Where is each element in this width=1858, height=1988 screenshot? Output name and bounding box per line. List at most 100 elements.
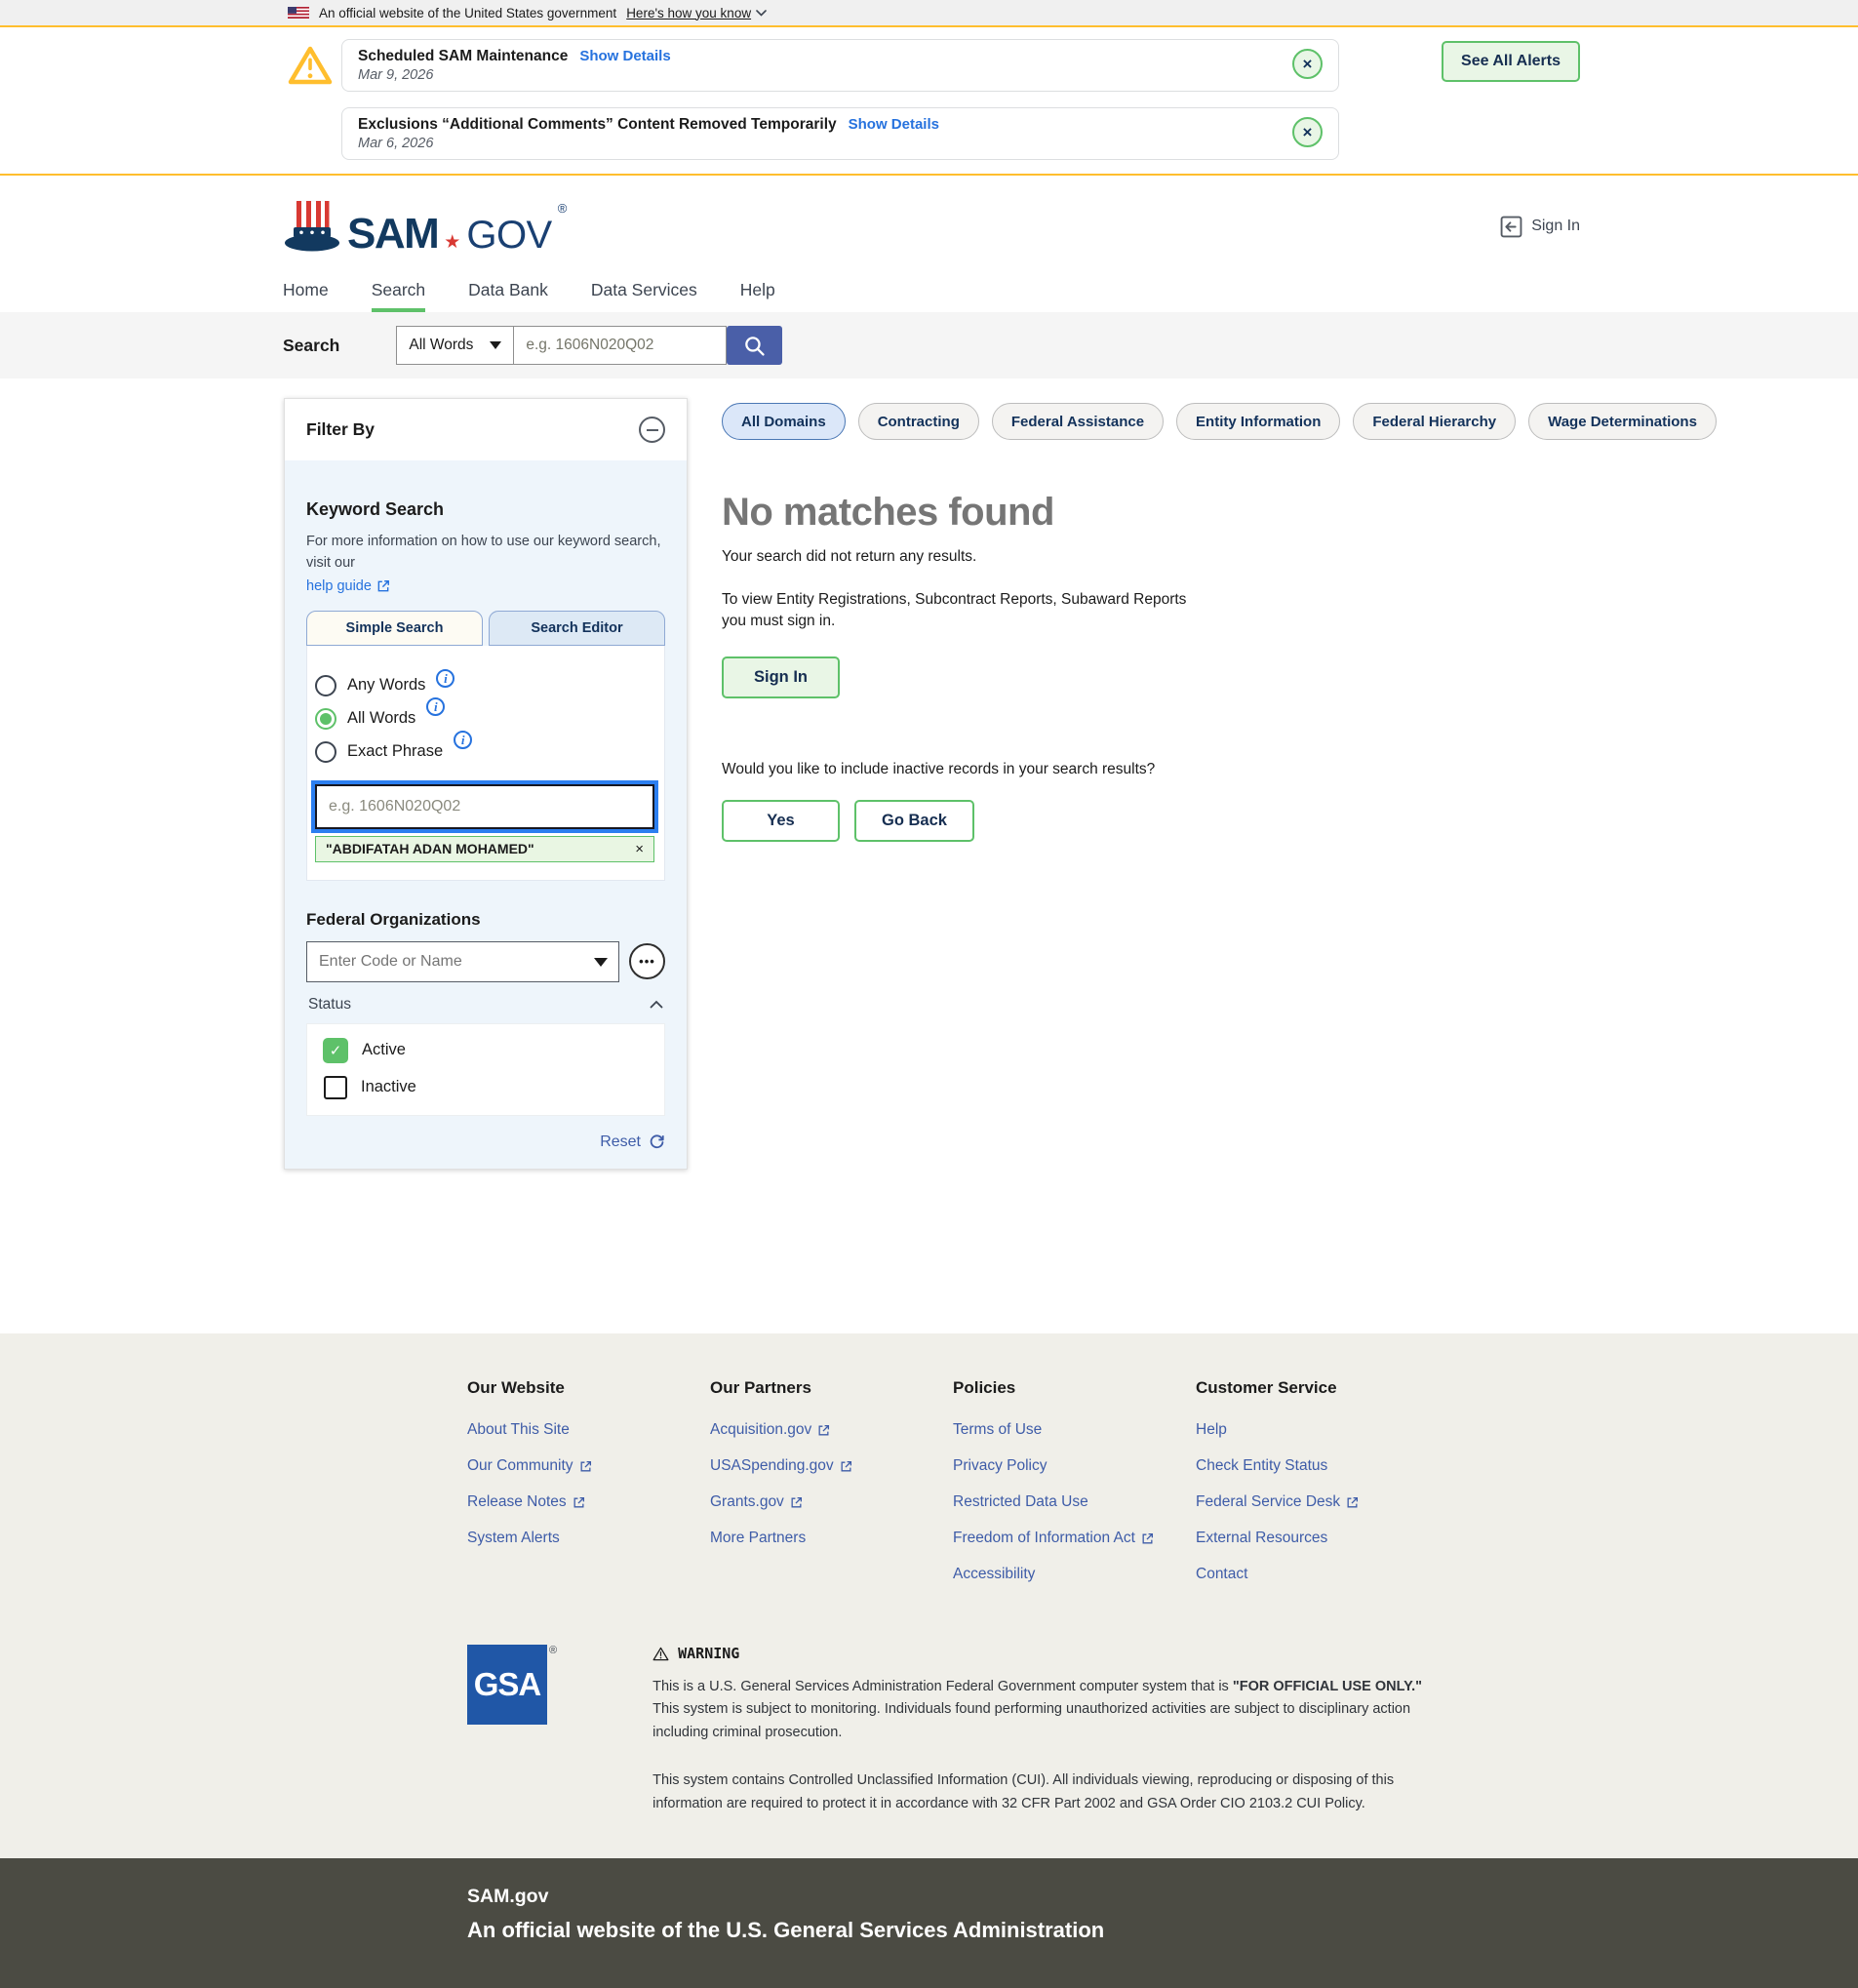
global-search-input[interactable] xyxy=(514,326,727,365)
status-label: Status xyxy=(308,996,351,1014)
go-back-button[interactable]: Go Back xyxy=(854,800,974,842)
domain-tab-wage-determinations[interactable]: Wage Determinations xyxy=(1528,403,1717,440)
keyword-chip-text: "ABDIFATAH ADAN MOHAMED" xyxy=(326,841,534,856)
reset-filters-link[interactable]: Reset xyxy=(306,1133,665,1151)
keyword-search-heading: Keyword Search xyxy=(306,499,665,520)
domain-tab-federal-hierarchy[interactable]: Federal Hierarchy xyxy=(1353,403,1516,440)
footer-link-check-entity-status[interactable]: Check Entity Status xyxy=(1196,1457,1359,1475)
footer-link-privacy-policy[interactable]: Privacy Policy xyxy=(953,1457,1196,1475)
federal-org-input[interactable] xyxy=(306,941,619,982)
dark-footer: SAM.gov An official website of the U.S. … xyxy=(0,1858,1858,1988)
footer-heading: Our Partners xyxy=(710,1378,953,1398)
checkbox-label: Active xyxy=(362,1041,406,1059)
external-link-icon xyxy=(1141,1532,1154,1545)
keyword-info-text: For more information on how to use our k… xyxy=(306,532,665,575)
tab-search-editor[interactable]: Search Editor xyxy=(489,611,665,646)
status-section-toggle[interactable]: Status xyxy=(306,996,665,1014)
footer-links: Our Website About This Site Our Communit… xyxy=(0,1333,1858,1611)
radio-label: All Words xyxy=(347,709,415,728)
see-all-alerts-button[interactable]: See All Alerts xyxy=(1442,41,1580,82)
federal-organizations-heading: Federal Organizations xyxy=(306,910,665,930)
main-nav: Home Search Data Bank Data Services Help xyxy=(0,269,1858,312)
radio-any-words[interactable] xyxy=(315,675,336,696)
nav-item-data-services[interactable]: Data Services xyxy=(591,280,697,312)
footer-link-release-notes[interactable]: Release Notes xyxy=(467,1493,710,1511)
info-icon[interactable]: i xyxy=(426,697,445,716)
keyword-search-input[interactable] xyxy=(315,784,654,829)
search-mode-select[interactable]: All Words xyxy=(396,326,514,365)
footer-link-help[interactable]: Help xyxy=(1196,1421,1359,1439)
footer-link-external-resources[interactable]: External Resources xyxy=(1196,1530,1359,1547)
nav-item-search[interactable]: Search xyxy=(372,280,425,312)
help-guide-link[interactable]: help guide xyxy=(306,578,390,594)
nav-item-home[interactable]: Home xyxy=(283,280,329,312)
footer-link-about-this-site[interactable]: About This Site xyxy=(467,1421,710,1439)
gov-banner: An official website of the United States… xyxy=(0,0,1858,27)
show-details-link[interactable]: Show Details xyxy=(849,116,939,133)
footer-link-foia[interactable]: Freedom of Information Act xyxy=(953,1530,1196,1547)
yes-button[interactable]: Yes xyxy=(722,800,840,842)
external-link-icon xyxy=(840,1460,852,1473)
chevron-down-icon xyxy=(756,10,767,17)
dark-footer-subtitle: An official website of the U.S. General … xyxy=(467,1918,1858,1943)
info-icon[interactable]: i xyxy=(454,731,472,749)
footer-heading: Our Website xyxy=(467,1378,710,1398)
main-content: Filter By Keyword Search For more inform… xyxy=(0,378,1858,1333)
footer-heading: Customer Service xyxy=(1196,1378,1359,1398)
footer-link-contact[interactable]: Contact xyxy=(1196,1566,1359,1583)
close-icon[interactable]: × xyxy=(1292,117,1323,147)
footer-link-grants-gov[interactable]: Grants.gov xyxy=(710,1493,953,1511)
header-sign-in-link[interactable]: Sign In xyxy=(1500,216,1580,238)
domain-tab-contracting[interactable]: Contracting xyxy=(858,403,979,440)
alert-date: Mar 6, 2026 xyxy=(358,136,1270,151)
domain-tab-all-domains[interactable]: All Domains xyxy=(722,403,846,440)
nav-item-data-bank[interactable]: Data Bank xyxy=(468,280,548,312)
footer-link-our-community[interactable]: Our Community xyxy=(467,1457,710,1475)
status-options-box: ✓ Active Inactive xyxy=(306,1023,665,1116)
domain-tab-federal-assistance[interactable]: Federal Assistance xyxy=(992,403,1164,440)
footer-link-accessibility[interactable]: Accessibility xyxy=(953,1566,1196,1583)
collapse-filters-button[interactable] xyxy=(639,417,665,443)
footer-link-terms-of-use[interactable]: Terms of Use xyxy=(953,1421,1196,1439)
logo-sam-text: SAM xyxy=(347,215,438,254)
external-link-icon xyxy=(1346,1496,1359,1509)
keyword-search-content: Any Words i All Words i Exact Phrase i "… xyxy=(306,646,665,881)
warning-icon xyxy=(652,1647,669,1661)
sam-gov-logo[interactable]: SAM ★ GOV ® xyxy=(283,199,567,254)
show-details-link[interactable]: Show Details xyxy=(579,48,670,64)
alerts-bar: Scheduled SAM Maintenance Show Details M… xyxy=(0,27,1858,176)
select-caret-icon xyxy=(490,341,501,349)
footer-link-restricted-data-use[interactable]: Restricted Data Use xyxy=(953,1493,1196,1511)
org-more-options-button[interactable]: ••• xyxy=(629,943,665,979)
search-submit-button[interactable] xyxy=(727,326,782,365)
gsa-registered-mark: ® xyxy=(549,1645,557,1656)
filter-panel: Filter By Keyword Search For more inform… xyxy=(284,398,688,1170)
warning-triangle-icon xyxy=(288,39,341,160)
sign-in-button[interactable]: Sign In xyxy=(722,656,840,698)
domain-tabs: All Domains Contracting Federal Assistan… xyxy=(722,403,1561,440)
close-icon[interactable]: × xyxy=(1292,49,1323,79)
alert-card: Scheduled SAM Maintenance Show Details M… xyxy=(341,39,1339,92)
inactive-records-question: Would you like to include inactive recor… xyxy=(722,761,1561,778)
how-you-know-link[interactable]: Here's how you know xyxy=(626,6,767,20)
footer-link-federal-service-desk[interactable]: Federal Service Desk xyxy=(1196,1493,1359,1511)
refresh-icon xyxy=(649,1133,665,1150)
chip-remove-icon[interactable]: × xyxy=(635,841,644,857)
checkbox-active[interactable]: ✓ xyxy=(323,1038,348,1063)
tab-simple-search[interactable]: Simple Search xyxy=(306,611,483,646)
alert-title: Exclusions “Additional Comments” Content… xyxy=(358,116,837,134)
info-icon[interactable]: i xyxy=(436,669,455,688)
nav-item-help[interactable]: Help xyxy=(740,280,775,312)
us-flag-icon xyxy=(288,7,309,19)
footer-link-usaspending-gov[interactable]: USASpending.gov xyxy=(710,1457,953,1475)
filter-by-title: Filter By xyxy=(306,419,375,440)
domain-tab-entity-information[interactable]: Entity Information xyxy=(1176,403,1340,440)
footer-link-acquisition-gov[interactable]: Acquisition.gov xyxy=(710,1421,953,1439)
radio-exact-phrase[interactable] xyxy=(315,741,336,763)
footer-link-more-partners[interactable]: More Partners xyxy=(710,1530,953,1547)
footer-link-system-alerts[interactable]: System Alerts xyxy=(467,1530,710,1547)
radio-all-words[interactable] xyxy=(315,708,336,730)
checkbox-inactive[interactable] xyxy=(324,1076,347,1099)
no-matches-title: No matches found xyxy=(722,491,1561,535)
warning-title: WARNING xyxy=(678,1645,739,1662)
